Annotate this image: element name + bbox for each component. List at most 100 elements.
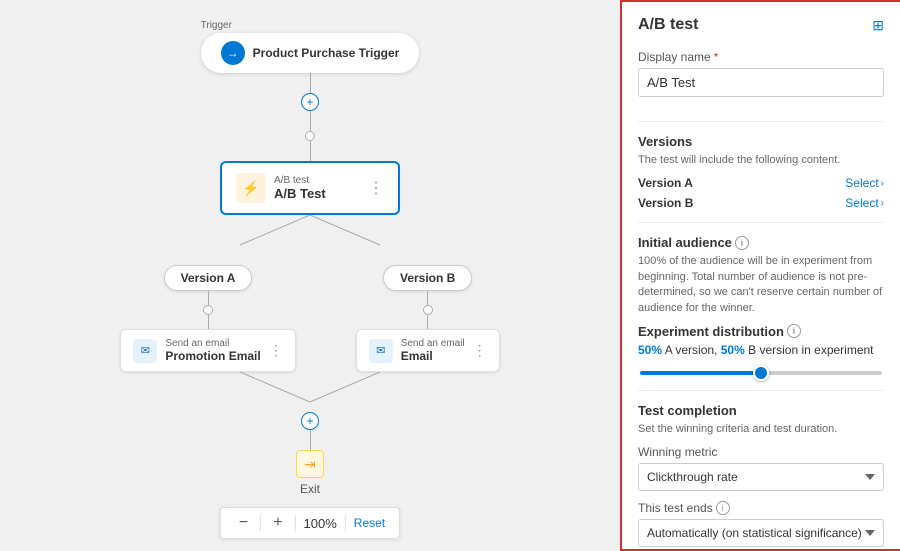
- winning-metric-label: Winning metric: [638, 445, 884, 459]
- required-star: *: [714, 50, 719, 64]
- email-text-block-a: Send an email Promotion Email: [165, 338, 260, 363]
- branches-container: Version A ✉ Send an email Promotion Emai…: [120, 265, 499, 372]
- exit-icon: ⇥: [296, 450, 324, 478]
- email-icon-a: ✉: [133, 339, 157, 363]
- merge-connectors-svg: [160, 372, 460, 412]
- initial-audience-title: Initial audience: [638, 235, 732, 250]
- this-test-ends-info-icon[interactable]: i: [716, 501, 730, 515]
- zoom-in-button[interactable]: +: [269, 514, 286, 532]
- initial-audience-label-row: Initial audience i: [638, 235, 884, 250]
- toolbar-divider-3: [345, 515, 346, 531]
- toolbar-divider-1: [260, 515, 261, 531]
- merge-svg-container: [160, 372, 460, 412]
- branch-a: Version A ✉ Send an email Promotion Emai…: [120, 265, 295, 372]
- distribution-slider[interactable]: [640, 371, 882, 375]
- add-node-button-1[interactable]: +: [301, 93, 319, 111]
- email-node-b[interactable]: ✉ Send an email Email ⋮: [356, 329, 500, 372]
- right-panel: A/B test ⊞ Display name * Versions The t…: [620, 0, 900, 551]
- connector-line-1: [310, 73, 311, 93]
- this-test-ends-select[interactable]: Automatically (on statistical significan…: [638, 519, 884, 547]
- email-text-block-b: Send an email Email: [401, 338, 465, 363]
- ab-more-button[interactable]: ⋮: [368, 178, 384, 198]
- branch-connectors-svg: [160, 215, 460, 265]
- trigger-node[interactable]: → Product Purchase Trigger: [201, 33, 420, 73]
- this-test-ends-label-row: This test ends i: [638, 501, 884, 515]
- trigger-text: Product Purchase Trigger: [253, 46, 400, 60]
- circle-dot-1: [305, 131, 315, 141]
- canvas-content: Trigger → Product Purchase Trigger + ⚡ A…: [0, 0, 620, 551]
- connector-line-a1: [208, 291, 209, 305]
- panel-title: A/B test: [638, 16, 698, 34]
- versions-title: Versions: [638, 134, 884, 149]
- initial-audience-info-icon[interactable]: i: [735, 236, 749, 250]
- display-name-label: Display name: [638, 50, 711, 64]
- circle-dot-b: [423, 305, 433, 315]
- connector-line-2: [310, 111, 311, 131]
- a-pct: 50%: [638, 343, 662, 357]
- email-node-a[interactable]: ✉ Send an email Promotion Email ⋮: [120, 329, 295, 372]
- ab-icon: ⚡: [236, 173, 266, 203]
- version-b-bubble[interactable]: Version B: [383, 265, 472, 291]
- version-b-name: Version B: [638, 196, 693, 210]
- dist-label: 50% A version, 50% B version in experime…: [638, 343, 884, 357]
- email-icon-b: ✉: [369, 339, 393, 363]
- sep-1: [638, 121, 884, 122]
- zoom-toolbar: − + 100% Reset: [220, 507, 400, 539]
- add-node-button-2[interactable]: +: [301, 412, 319, 430]
- connector-line-b2: [427, 315, 428, 329]
- b-pct: 50%: [721, 343, 745, 357]
- email-a-label-small: Send an email: [165, 338, 260, 349]
- email-a-more-button[interactable]: ⋮: [269, 342, 283, 359]
- version-b-chevron: ›: [881, 198, 884, 209]
- exit-label: Exit: [300, 482, 320, 496]
- test-completion-title: Test completion: [638, 403, 884, 418]
- connector-line-3: [310, 141, 311, 161]
- slider-container: [638, 363, 884, 378]
- zoom-out-button[interactable]: −: [235, 514, 252, 532]
- exp-dist-label-row: Experiment distribution i: [638, 324, 884, 339]
- reset-button[interactable]: Reset: [354, 516, 385, 530]
- trigger-wrapper: Trigger → Product Purchase Trigger: [201, 20, 420, 73]
- email-b-more-button[interactable]: ⋮: [473, 342, 487, 359]
- display-name-input[interactable]: [638, 68, 884, 97]
- version-a-name: Version A: [638, 176, 693, 190]
- canvas-area: Trigger → Product Purchase Trigger + ⚡ A…: [0, 0, 620, 551]
- display-name-label-row: Display name *: [638, 50, 884, 64]
- this-test-ends-label: This test ends: [638, 501, 713, 515]
- trigger-icon: →: [221, 41, 245, 65]
- merge-area: + ⇥ Exit: [296, 412, 324, 496]
- version-a-select-btn[interactable]: Select ›: [845, 176, 884, 190]
- zoom-level: 100%: [304, 516, 337, 531]
- initial-audience-desc: 100% of the audience will be in experime…: [638, 254, 884, 316]
- ab-test-node[interactable]: ⚡ A/B test A/B Test ⋮: [220, 161, 400, 215]
- version-a-bubble[interactable]: Version A: [164, 265, 253, 291]
- version-a-row: Version A Select ›: [638, 176, 884, 190]
- toolbar-divider-2: [295, 515, 296, 531]
- version-a-chevron: ›: [881, 178, 884, 189]
- connector-line-a2: [208, 315, 209, 329]
- test-completion-desc: Set the winning criteria and test durati…: [638, 422, 884, 437]
- trigger-node-container: Trigger → Product Purchase Trigger +: [201, 20, 420, 161]
- panel-expand-button[interactable]: ⊞: [872, 17, 884, 34]
- branch-svg-container: [160, 215, 460, 265]
- ab-text-block: A/B test A/B Test: [274, 175, 360, 201]
- version-b-select-btn[interactable]: Select ›: [845, 196, 884, 210]
- email-a-label-main: Promotion Email: [165, 349, 260, 363]
- ab-label-main: A/B Test: [274, 186, 360, 201]
- email-b-label-small: Send an email: [401, 338, 465, 349]
- email-b-label-main: Email: [401, 349, 465, 363]
- sep-3: [638, 390, 884, 391]
- exp-dist-title: Experiment distribution: [638, 324, 784, 339]
- versions-desc: The test will include the following cont…: [638, 153, 884, 168]
- branch-b: Version B ✉ Send an email Email ⋮: [356, 265, 500, 372]
- circle-dot-a: [203, 305, 213, 315]
- exit-node[interactable]: ⇥ Exit: [296, 450, 324, 496]
- exp-dist-info-icon[interactable]: i: [787, 324, 801, 338]
- ab-label-small: A/B test: [274, 175, 360, 186]
- panel-header: A/B test ⊞: [638, 16, 884, 34]
- connector-line-b1: [427, 291, 428, 305]
- trigger-label-small: Trigger: [201, 20, 420, 31]
- winning-metric-select[interactable]: Clickthrough rate Open rate Conversion r…: [638, 463, 884, 491]
- sep-2: [638, 222, 884, 223]
- version-b-row: Version B Select ›: [638, 196, 884, 210]
